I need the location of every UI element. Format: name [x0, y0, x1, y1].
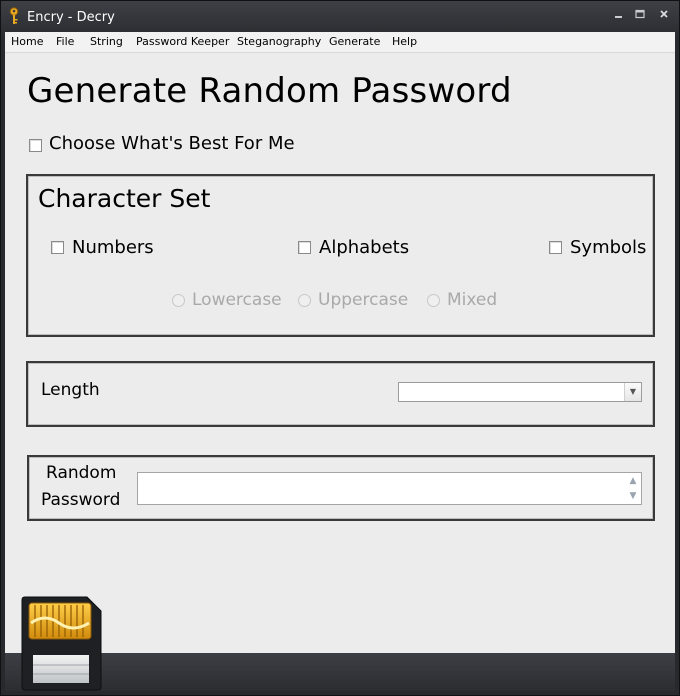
menu-password-keeper[interactable]: Password Keeper [136, 35, 229, 48]
character-set-group: Character Set Numbers Alphabets Symbols … [26, 174, 655, 337]
length-dropdown[interactable]: ▼ [398, 382, 642, 402]
key-icon [8, 7, 20, 29]
random-password-label-line2: Password [41, 490, 121, 510]
menu-string[interactable]: String [90, 35, 123, 48]
page-title: Generate Random Password [27, 71, 512, 111]
mixed-radio[interactable] [427, 294, 440, 307]
symbols-label: Symbols [570, 237, 647, 258]
menu-home[interactable]: Home [11, 35, 43, 48]
choose-best-checkbox[interactable] [29, 139, 42, 152]
sd-card-icon [21, 595, 105, 695]
close-button[interactable] [655, 8, 673, 24]
scroll-down-icon[interactable]: ▼ [628, 491, 638, 501]
choose-best-label: Choose What's Best For Me [49, 133, 295, 154]
chevron-down-icon[interactable]: ▼ [624, 383, 641, 401]
random-password-field[interactable]: ▲ ▼ [137, 472, 642, 505]
title-bar[interactable]: Encry - Decry [1, 1, 679, 33]
maximize-button[interactable] [631, 8, 649, 24]
numbers-checkbox[interactable] [51, 241, 64, 254]
menu-help[interactable]: Help [392, 35, 417, 48]
numbers-label: Numbers [72, 237, 154, 258]
window-title: Encry - Decry [27, 10, 115, 25]
footer-bar [5, 653, 675, 691]
length-label: Length [41, 380, 100, 400]
app-window: Encry - Decry Home File String Password … [0, 0, 680, 696]
mixed-label: Mixed [447, 290, 498, 310]
uppercase-label: Uppercase [318, 290, 409, 310]
symbols-checkbox[interactable] [549, 241, 562, 254]
minimize-button[interactable] [610, 8, 628, 24]
lowercase-label: Lowercase [192, 290, 282, 310]
menu-generate[interactable]: Generate [329, 35, 380, 48]
alphabets-label: Alphabets [319, 237, 410, 258]
menu-steganography[interactable]: Steganography [237, 35, 321, 48]
uppercase-radio[interactable] [298, 294, 311, 307]
menu-file[interactable]: File [56, 35, 74, 48]
character-set-title: Character Set [38, 184, 211, 213]
random-password-group: Random Password ▲ ▼ [27, 455, 655, 521]
lowercase-radio[interactable] [172, 294, 185, 307]
menu-bar: Home File String Password Keeper Stegano… [5, 32, 675, 53]
random-password-label-line1: Random [46, 463, 117, 483]
length-group: Length ▼ [26, 361, 655, 427]
main-content: Generate Random Password Choose What's B… [5, 53, 675, 653]
alphabets-checkbox[interactable] [298, 241, 311, 254]
scroll-up-icon[interactable]: ▲ [628, 476, 638, 486]
